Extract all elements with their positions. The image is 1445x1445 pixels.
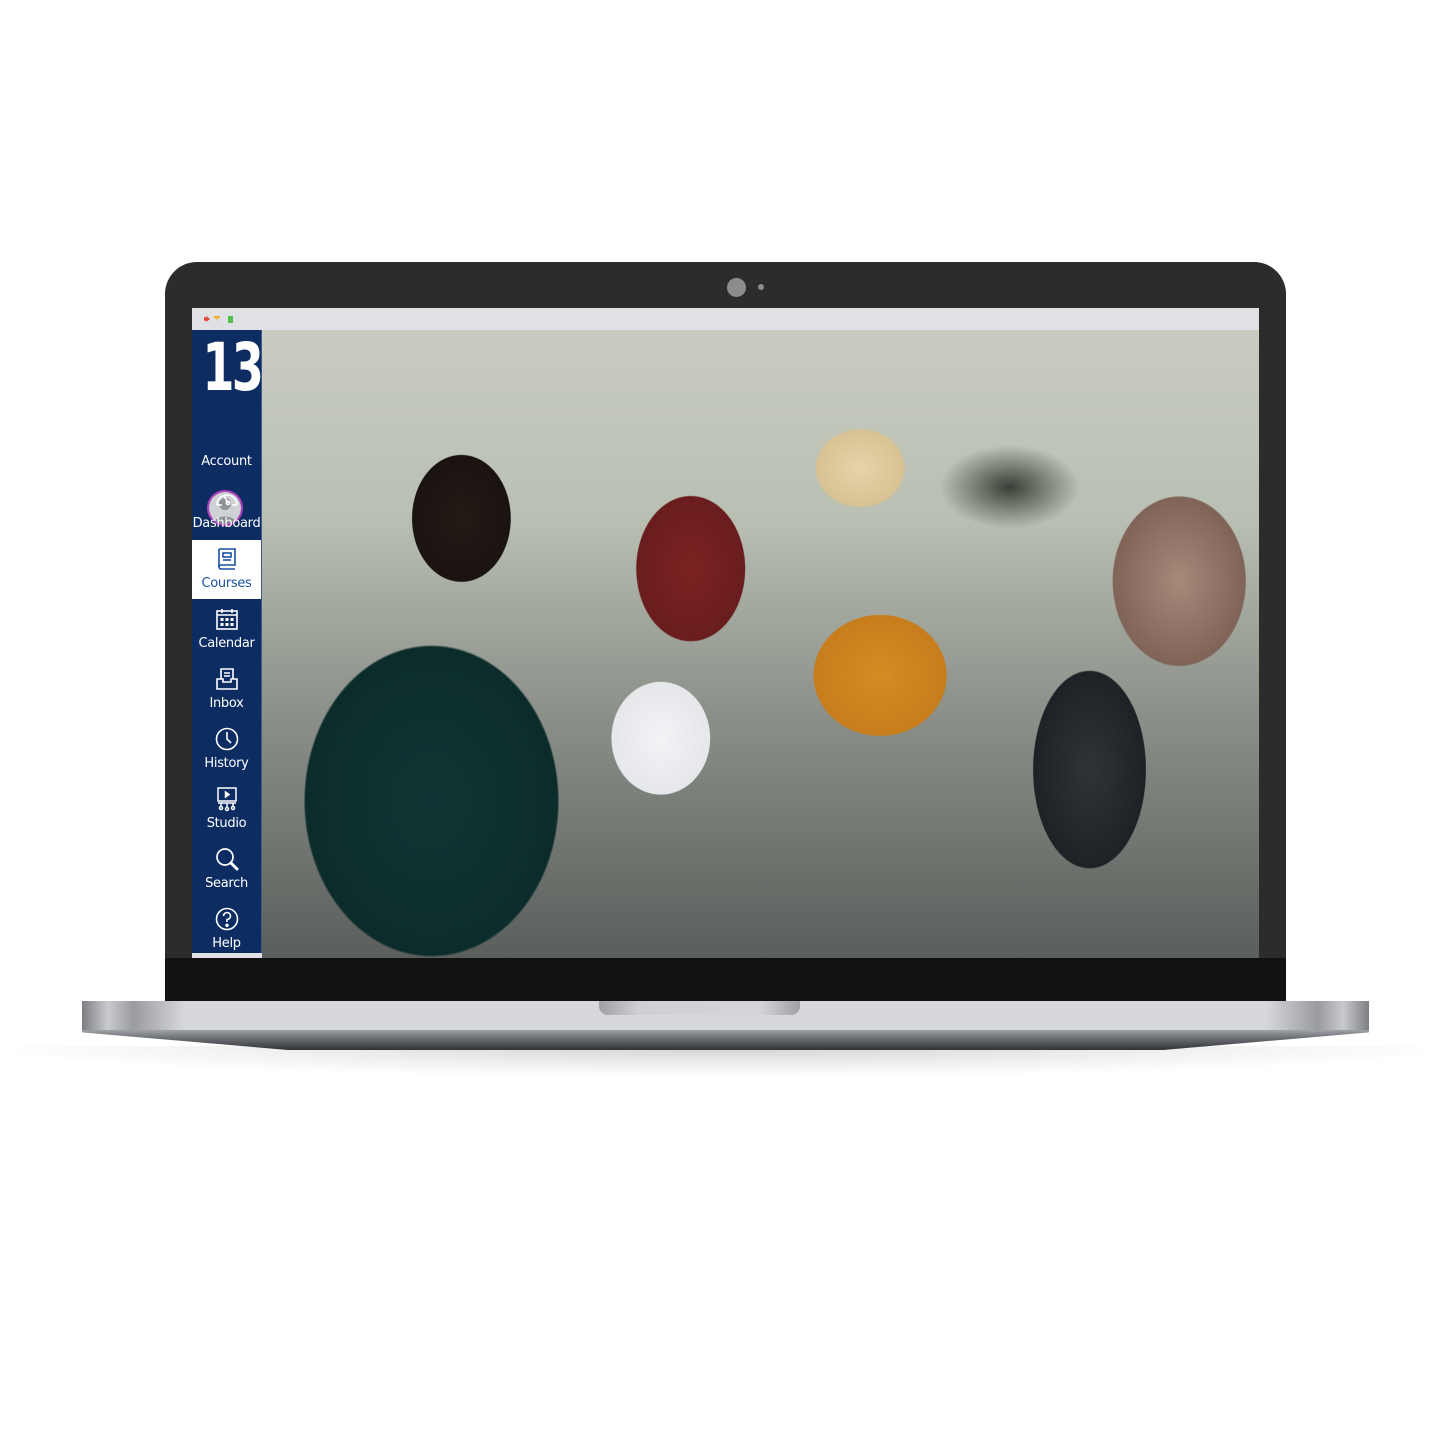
window-titlebar (192, 308, 1259, 330)
laptop-bottom-bezel (165, 958, 1286, 1002)
webcam-icon (727, 278, 746, 297)
book-icon (214, 546, 240, 572)
presentation-icon (214, 786, 240, 812)
sidebar-item-label: Account (201, 454, 252, 469)
laptop-shadow (20, 1046, 1425, 1076)
laptop-hinge-notch (599, 1001, 800, 1015)
sidebar-item-label: Studio (206, 816, 247, 831)
sidebar-item-label: Help (212, 936, 241, 951)
sidebar-item-inbox[interactable]: Inbox (192, 660, 261, 719)
help-icon (214, 906, 240, 932)
brand-logo[interactable]: 13 (202, 330, 264, 406)
sidebar-item-label: Inbox (209, 696, 244, 711)
search-icon (214, 846, 240, 872)
hero-photo: Group of adults smiling in a discussion … (262, 330, 1259, 958)
sidebar-item-label: Calendar (198, 636, 255, 651)
sidebar-item-label: History (204, 756, 249, 771)
window-maximize-icon[interactable] (228, 316, 233, 323)
sidebar-item-courses[interactable]: Courses (192, 540, 261, 599)
inbox-icon (214, 666, 240, 692)
sidebar-item-help[interactable]: Help (192, 900, 261, 958)
window-close-icon[interactable] (204, 316, 210, 322)
sidebar-item-dashboard[interactable]: Dashboard (192, 480, 261, 539)
sidebar-item-label: Dashboard (192, 516, 261, 531)
laptop-base-bottom (82, 1030, 1369, 1050)
window-minimize-icon[interactable] (214, 316, 220, 322)
calendar-icon (214, 606, 240, 632)
sidebar-item-calendar[interactable]: Calendar (192, 600, 261, 659)
sidebar-item-studio[interactable]: Studio (192, 780, 261, 839)
webcam-indicator-icon (758, 284, 764, 290)
laptop-screen: Group of adults smiling in a discussion … (192, 308, 1259, 958)
clock-icon (214, 726, 240, 752)
sidebar-item-history[interactable]: History (192, 720, 261, 779)
global-nav-sidebar: 13 Account Dashboard Courses Calendar In… (192, 330, 264, 953)
sidebar-item-label: Courses (201, 576, 252, 591)
sidebar-item-label: Search (205, 876, 248, 891)
sidebar-item-search[interactable]: Search (192, 840, 261, 899)
sidebar-item-account[interactable]: Account (192, 408, 261, 526)
speedometer-icon (214, 486, 240, 512)
